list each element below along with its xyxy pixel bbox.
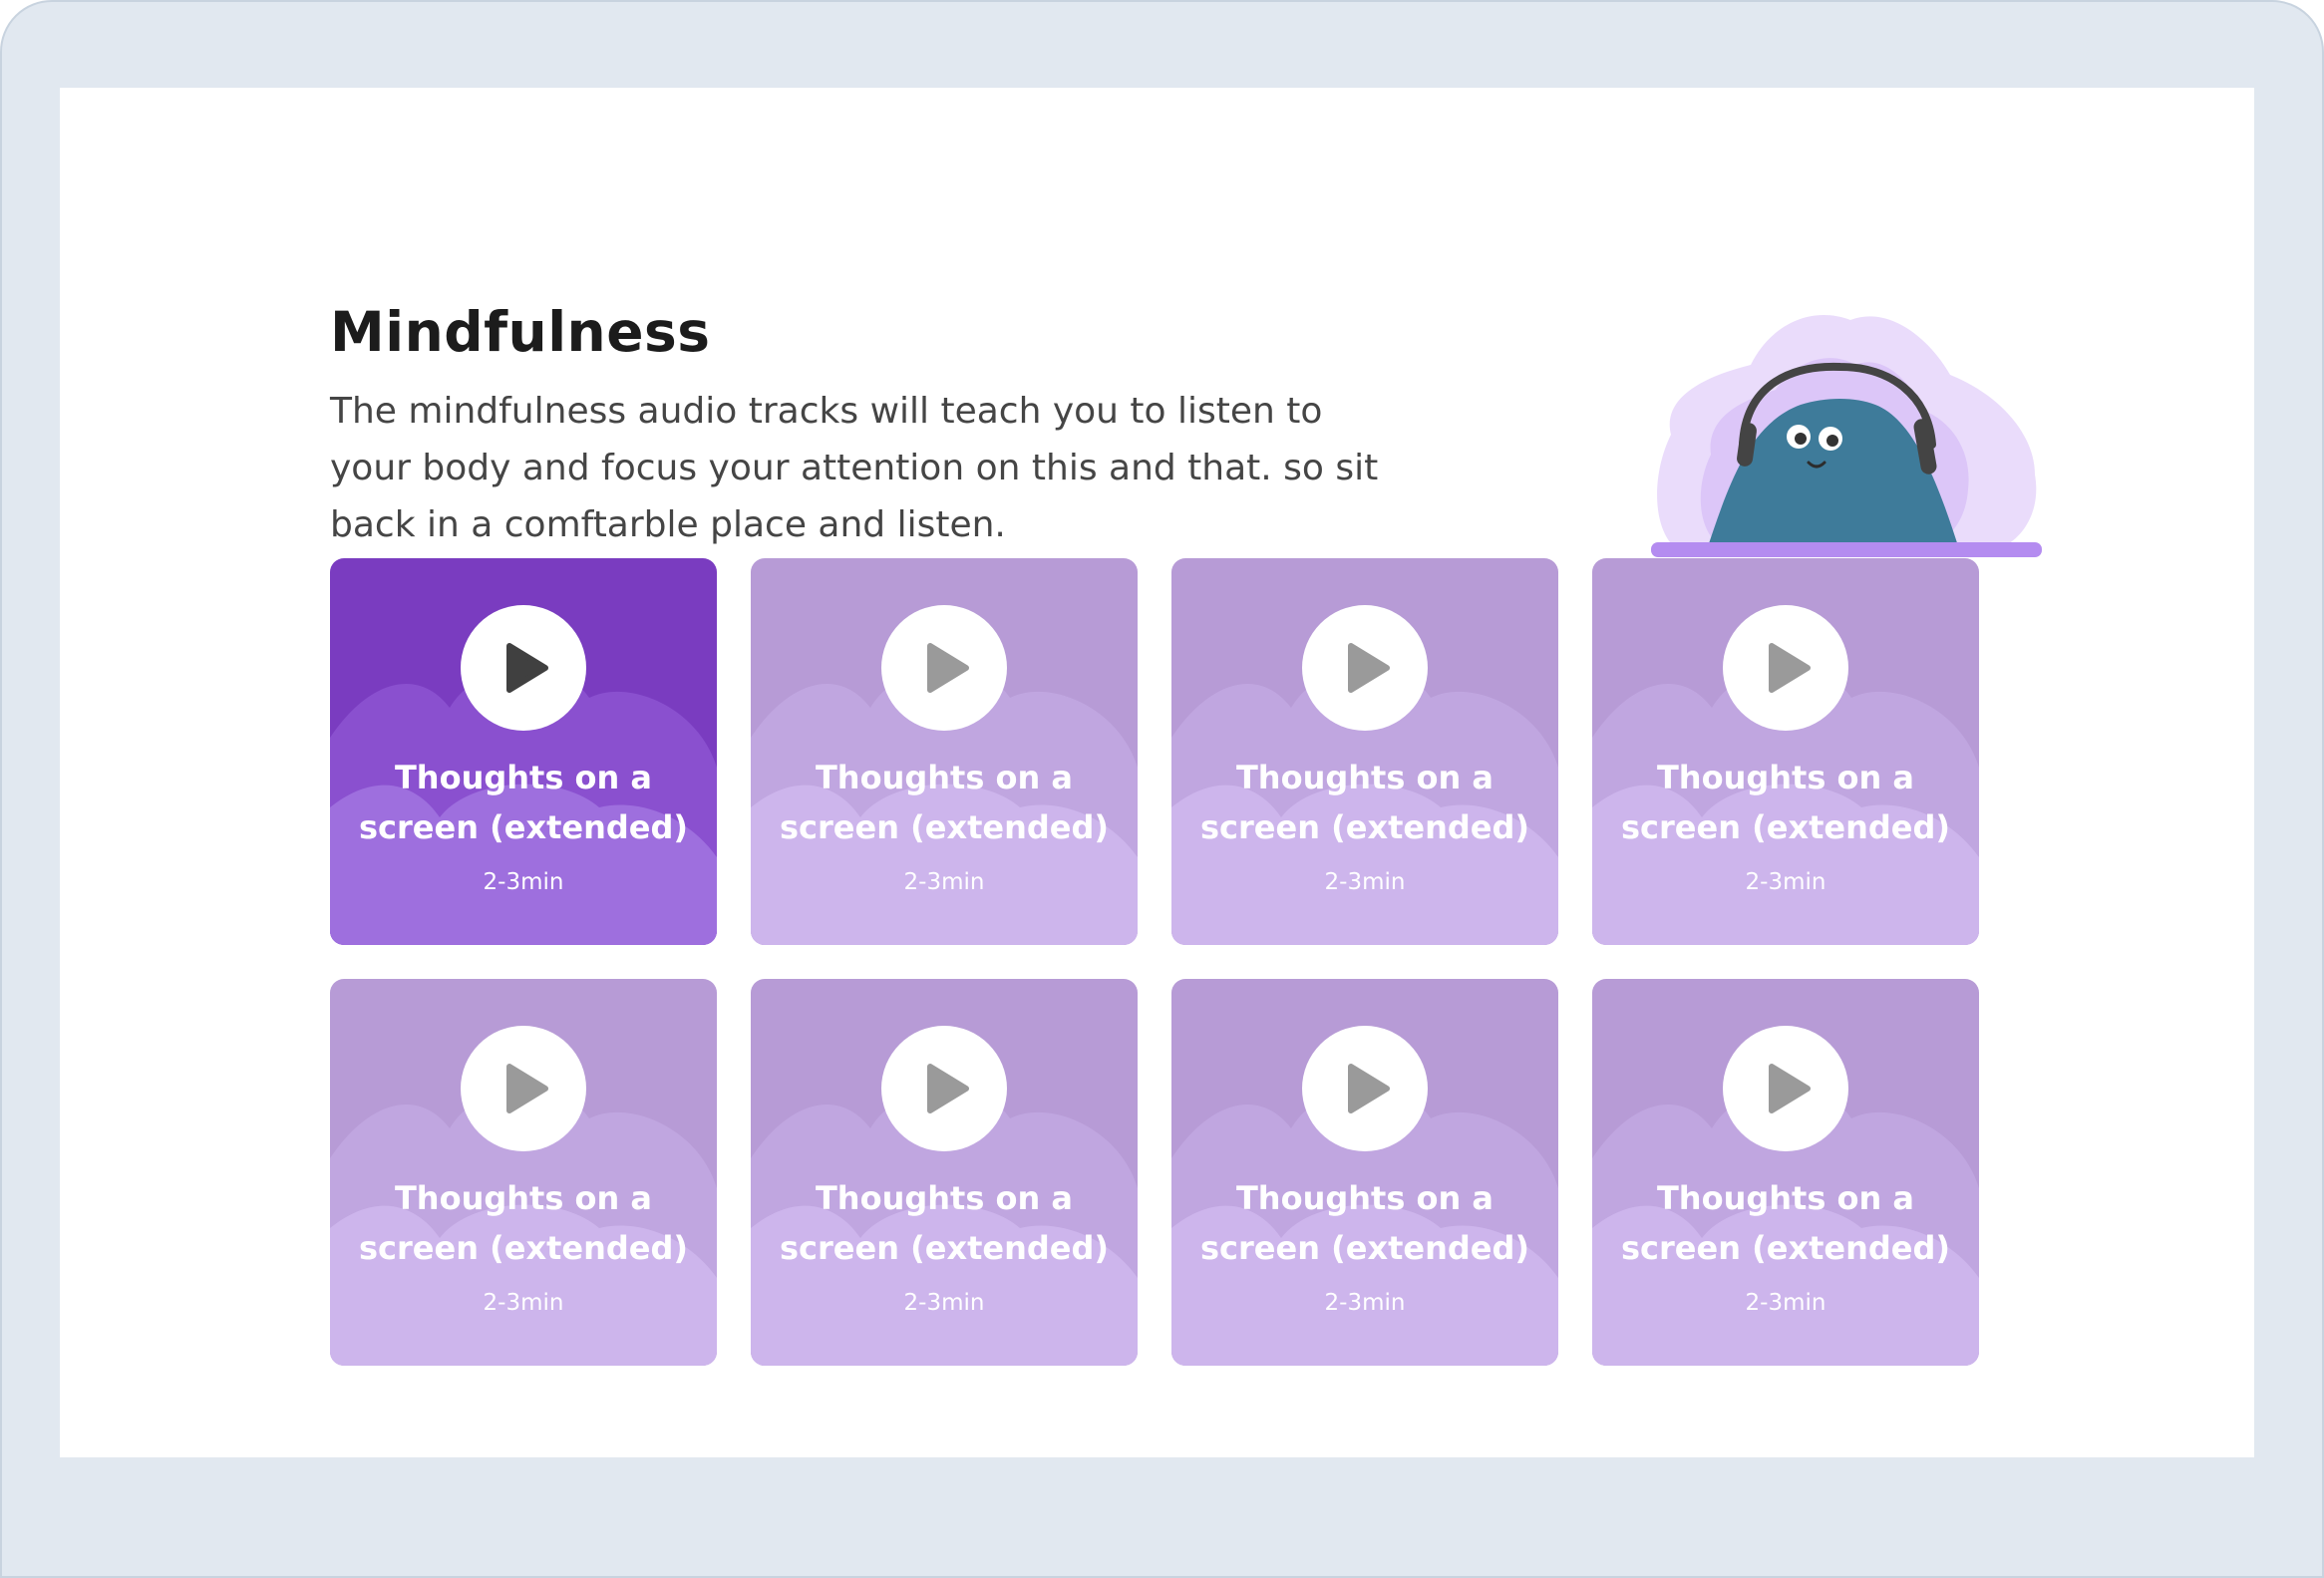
- track-title: Thoughts on a screen (extended): [779, 1179, 1109, 1267]
- track-duration: 2-3min: [1324, 1290, 1406, 1316]
- track-duration: 2-3min: [483, 869, 564, 895]
- track-duration: 2-3min: [1745, 1290, 1826, 1316]
- track-grid: Thoughts on a screen (extended) 2-3min T…: [330, 558, 1985, 1366]
- track-title: Thoughts on a screen (extended): [779, 759, 1109, 846]
- track-title: Thoughts on a screen (extended): [1199, 1179, 1529, 1267]
- track-card[interactable]: Thoughts on a screen (extended) 2-3min: [1592, 979, 1979, 1366]
- track-card[interactable]: Thoughts on a screen (extended) 2-3min: [330, 979, 717, 1366]
- play-icon: [1769, 1064, 1811, 1113]
- track-card[interactable]: Thoughts on a screen (extended) 2-3min: [751, 979, 1138, 1366]
- track-title: Thoughts on a screen (extended): [358, 759, 688, 846]
- play-button[interactable]: [881, 1026, 1007, 1151]
- page-description: The mindfulness audio tracks will teach …: [330, 391, 1379, 545]
- headphones-mascot-icon: [1651, 315, 2042, 557]
- play-button[interactable]: [1723, 605, 1848, 731]
- play-button[interactable]: [461, 605, 586, 731]
- page-title: Mindfulness: [330, 300, 711, 364]
- play-icon: [1348, 643, 1390, 693]
- mindfulness-section: Mindfulness The mindfulness audio tracks…: [330, 207, 2042, 1394]
- track-duration: 2-3min: [1745, 869, 1826, 895]
- play-icon: [1769, 643, 1811, 693]
- track-card[interactable]: Thoughts on a screen (extended) 2-3min: [330, 558, 717, 945]
- track-card[interactable]: Thoughts on a screen (extended) 2-3min: [1171, 979, 1558, 1366]
- play-icon: [927, 1064, 969, 1113]
- play-button[interactable]: [1302, 1026, 1428, 1151]
- track-card[interactable]: Thoughts on a screen (extended) 2-3min: [751, 558, 1138, 945]
- play-icon: [506, 1064, 548, 1113]
- play-icon: [1348, 1064, 1390, 1113]
- play-icon: [506, 643, 548, 693]
- track-title: Thoughts on a screen (extended): [1199, 759, 1529, 846]
- play-button[interactable]: [1302, 605, 1428, 731]
- track-duration: 2-3min: [1324, 869, 1406, 895]
- track-duration: 2-3min: [903, 869, 985, 895]
- play-button[interactable]: [1723, 1026, 1848, 1151]
- track-card[interactable]: Thoughts on a screen (extended) 2-3min: [1171, 558, 1558, 945]
- track-duration: 2-3min: [483, 1290, 564, 1316]
- play-icon: [927, 643, 969, 693]
- track-card[interactable]: Thoughts on a screen (extended) 2-3min: [1592, 558, 1979, 945]
- play-button[interactable]: [461, 1026, 586, 1151]
- track-duration: 2-3min: [903, 1290, 985, 1316]
- track-title: Thoughts on a screen (extended): [1620, 1179, 1950, 1267]
- app-screen: Mindfulness The mindfulness audio tracks…: [60, 88, 2254, 1457]
- play-button[interactable]: [881, 605, 1007, 731]
- track-title: Thoughts on a screen (extended): [358, 1179, 688, 1267]
- track-title: Thoughts on a screen (extended): [1620, 759, 1950, 846]
- device-frame: Mindfulness The mindfulness audio tracks…: [0, 0, 2324, 1578]
